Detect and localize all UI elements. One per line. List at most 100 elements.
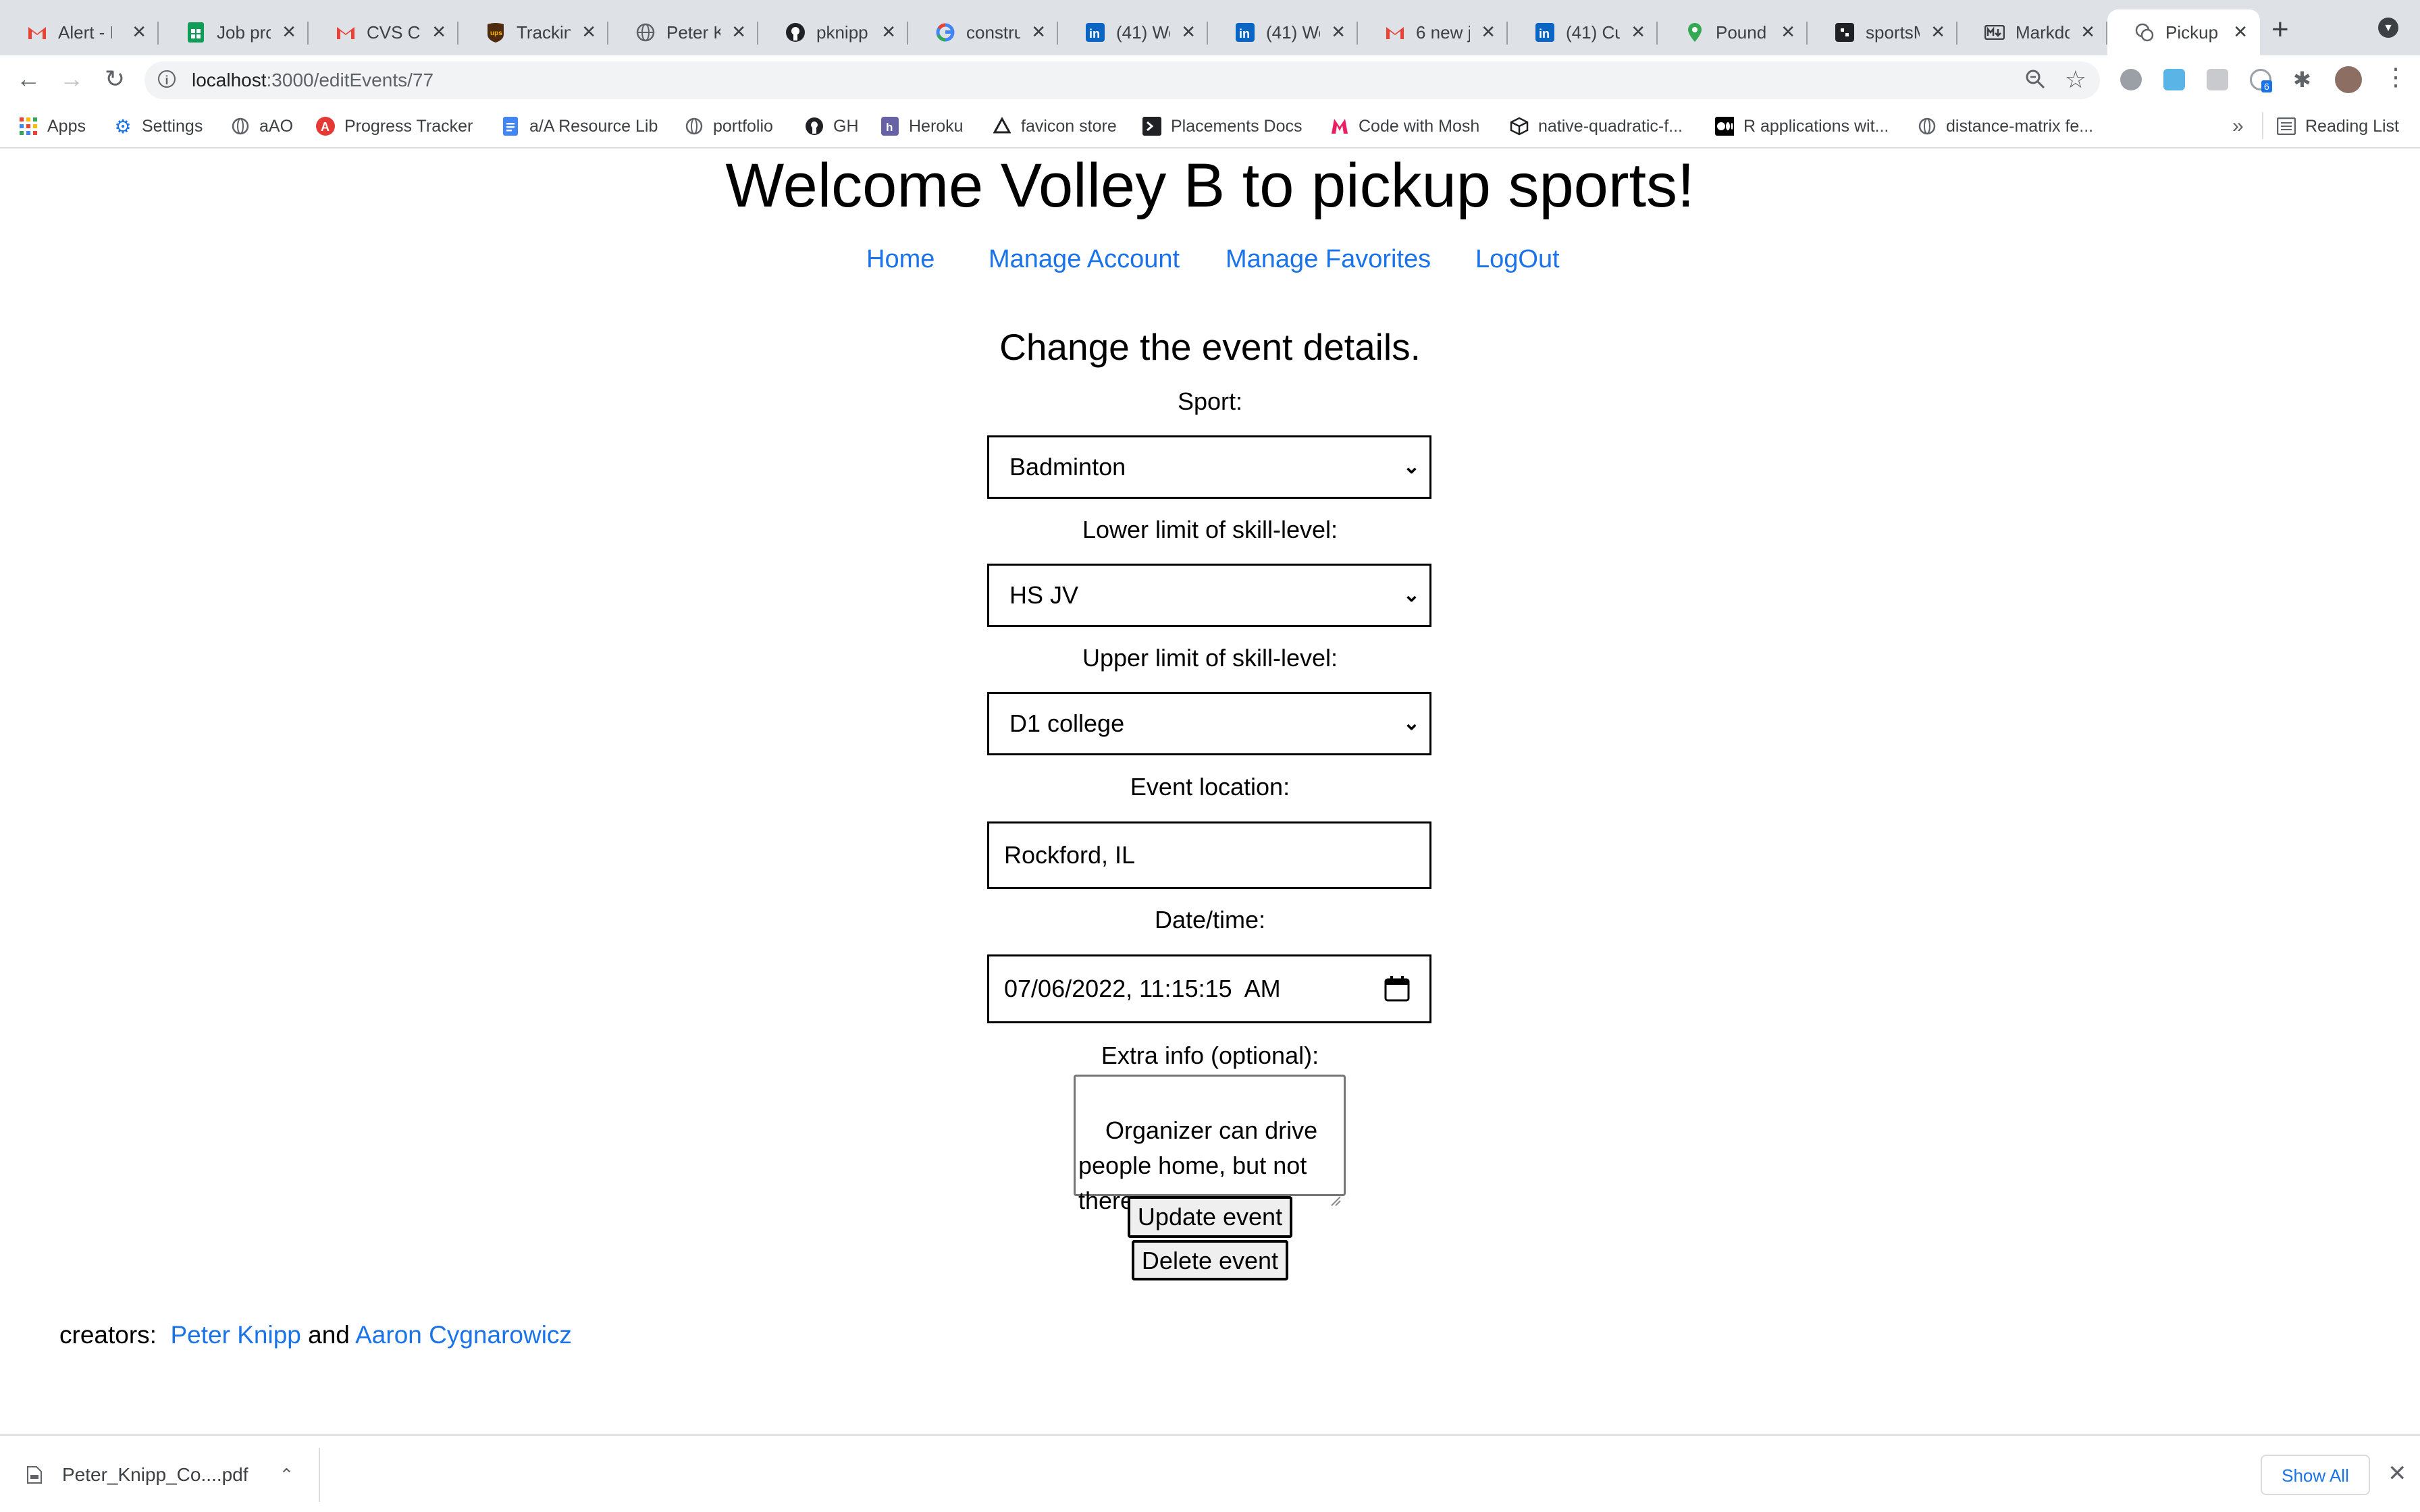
upper-skill-select[interactable]: D1 college ⌄ [987, 692, 1431, 755]
creators-footer: creators: Peter Knipp and Aaron Cygnarow… [59, 1321, 572, 1349]
sport-select[interactable]: Badminton ⌄ [987, 435, 1431, 499]
bookmarks-overflow-chevron[interactable]: » [2232, 115, 2244, 138]
browser-tab[interactable]: in (41) Cur ✕ [1508, 9, 1658, 55]
back-arrow-icon[interactable]: ← [12, 63, 45, 96]
bookmark-favicon-store[interactable]: favicon store [993, 115, 1117, 138]
puzzle-extensions-icon[interactable]: ✱ [2293, 69, 2315, 90]
close-icon[interactable]: ✕ [2388, 1460, 2407, 1487]
kebab-menu-icon[interactable]: ⋮ [2384, 65, 2408, 89]
update-event-button[interactable]: Update event [1128, 1196, 1292, 1238]
datetime-input[interactable]: 07/06/2022, 11:15:15 AM [987, 954, 1431, 1023]
profile-avatar[interactable] [2335, 66, 2362, 93]
forward-arrow-icon[interactable]: → [55, 63, 88, 96]
bookmark-settings[interactable]: ⚙ Settings [113, 115, 203, 138]
browser-tab[interactable]: Job pro ✕ [159, 9, 309, 55]
tab-strip: Alert - Ir ✕ Job pro ✕ CVS Ca ✕ ups Trac… [0, 0, 2420, 55]
url-text[interactable]: localhost:3000/editEvents/77 [192, 70, 433, 91]
browser-tab[interactable]: Pound R ✕ [1658, 9, 1808, 55]
extra-info-textarea[interactable]: Organizer can drive people home, but not… [1074, 1075, 1346, 1214]
close-tab-icon[interactable]: ✕ [431, 23, 446, 40]
browser-tab-active[interactable]: Pickup s ✕ [2107, 9, 2260, 55]
extra-info-label: Extra info (optional): [1101, 1042, 1319, 1069]
bookmark-r-applications[interactable]: R applications wit... [1715, 115, 1889, 138]
resize-grip-icon[interactable] [1330, 1181, 1341, 1206]
markdown-icon [1984, 22, 2005, 43]
chevron-down-icon: ⌄ [1402, 584, 1420, 606]
bookmark-portfolio[interactable]: portfolio [685, 115, 773, 138]
close-tab-icon[interactable]: ✕ [132, 23, 147, 40]
bookmark-progress-tracker[interactable]: A Progress Tracker [316, 115, 473, 138]
bookmarks-divider [2262, 112, 2263, 139]
browser-tab[interactable]: CVS Ca ✕ [309, 9, 458, 55]
close-tab-icon[interactable]: ✕ [2080, 23, 2095, 40]
browser-tab[interactable]: Peter Kr ✕ [608, 9, 758, 55]
bookmark-resource-lib[interactable]: a/A Resource Lib [501, 115, 658, 138]
close-tab-icon[interactable]: ✕ [1331, 23, 1346, 40]
browser-tab[interactable]: Markdo ✕ [1957, 9, 2107, 55]
calendar-icon[interactable] [1384, 975, 1411, 1002]
lower-skill-label: Lower limit of skill-level: [1082, 516, 1338, 543]
medium-icon [1715, 117, 1734, 136]
chevron-up-icon[interactable]: ⌃ [280, 1465, 294, 1486]
bookmark-code-with-mosh[interactable]: Code with Mosh [1330, 115, 1479, 138]
nav-link-manage-account[interactable]: Manage Account [989, 245, 1180, 274]
creator-link-aaron[interactable]: Aaron Cygnarowicz [355, 1321, 572, 1349]
browser-tab[interactable]: ups Tracking ✕ [458, 9, 608, 55]
lower-skill-select[interactable]: HS JV ⌄ [987, 564, 1431, 627]
close-tab-icon[interactable]: ✕ [1481, 23, 1496, 40]
nav-link-home[interactable]: Home [866, 245, 935, 274]
close-tab-icon[interactable]: ✕ [1181, 23, 1196, 40]
bookmark-heroku[interactable]: h Heroku [880, 115, 964, 138]
location-input[interactable]: Rockford, IL [987, 821, 1431, 889]
close-tab-icon[interactable]: ✕ [1631, 23, 1646, 40]
bookmark-aao[interactable]: aAO [231, 115, 293, 138]
creator-link-peter[interactable]: Peter Knipp [171, 1321, 301, 1349]
close-tab-icon[interactable]: ✕ [1031, 23, 1046, 40]
close-tab-icon[interactable]: ✕ [282, 23, 296, 40]
heroku-icon: h [880, 117, 899, 136]
browser-tab[interactable]: 6 new jo ✕ [1358, 9, 1508, 55]
bookmark-distance-matrix[interactable]: distance-matrix fe... [1918, 115, 2093, 138]
reading-list-button[interactable]: Reading List [2277, 115, 2399, 138]
extension-icon[interactable] [2207, 69, 2228, 90]
delete-event-button[interactable]: Delete event [1132, 1240, 1288, 1280]
tracker-extension-icon[interactable]: 6 [2250, 69, 2272, 92]
browser-tab[interactable]: in (41) We ✕ [1208, 9, 1358, 55]
download-item[interactable]: Peter_Knipp_Co....pdf ⌃ [27, 1456, 317, 1494]
close-tab-icon[interactable]: ✕ [1930, 23, 1945, 40]
close-tab-icon[interactable]: ✕ [881, 23, 896, 40]
bookmark-placements-docs[interactable]: Placements Docs [1142, 115, 1303, 138]
nav-link-manage-favorites[interactable]: Manage Favorites [1226, 245, 1431, 274]
bookmark-star-icon[interactable]: ☆ [2065, 65, 2086, 94]
browser-tab[interactable]: Alert - Ir ✕ [0, 9, 159, 55]
download-divider [319, 1448, 320, 1502]
cloud-extension-icon[interactable] [2163, 69, 2185, 90]
info-icon[interactable]: i [158, 70, 176, 88]
chevron-down-icon: ⌄ [1402, 712, 1420, 734]
svg-text:in: in [1089, 27, 1100, 40]
browser-tab[interactable]: in (41) We ✕ [1058, 9, 1208, 55]
show-all-button[interactable]: Show All [2261, 1455, 2370, 1495]
skype-extension-icon[interactable] [2120, 69, 2142, 90]
browser-tab[interactable]: construc ✕ [908, 9, 1058, 55]
svg-text:in: in [1239, 27, 1250, 40]
bookmark-gh[interactable]: GH [805, 115, 859, 138]
address-bar[interactable]: i localhost:3000/editEvents/77 ☆ [144, 61, 2100, 99]
bookmark-native-quadratic[interactable]: native-quadratic-f... [1510, 115, 1683, 138]
new-tab-icon[interactable]: + [2271, 15, 2289, 45]
tab-search-icon[interactable]: ▼ [2378, 18, 2398, 38]
page-title: Welcome Volley B to pickup sports! [725, 151, 1695, 220]
cube-icon [1510, 117, 1529, 136]
browser-tab[interactable]: sportsM ✕ [1808, 9, 1957, 55]
close-tab-icon[interactable]: ✕ [1781, 23, 1795, 40]
close-tab-icon[interactable]: ✕ [731, 23, 746, 40]
globe-icon [635, 22, 656, 43]
nav-link-logout[interactable]: LogOut [1475, 245, 1560, 274]
close-tab-icon[interactable]: ✕ [581, 23, 596, 40]
page-content: Welcome Volley B to pickup sports! Home … [0, 148, 2420, 1434]
close-tab-icon[interactable]: ✕ [2233, 23, 2248, 40]
browser-tab[interactable]: pknipp ( ✕ [758, 9, 908, 55]
reload-icon[interactable]: ↻ [99, 63, 131, 96]
bookmark-apps[interactable]: Apps [19, 115, 86, 138]
zoom-icon[interactable] [2024, 68, 2046, 95]
